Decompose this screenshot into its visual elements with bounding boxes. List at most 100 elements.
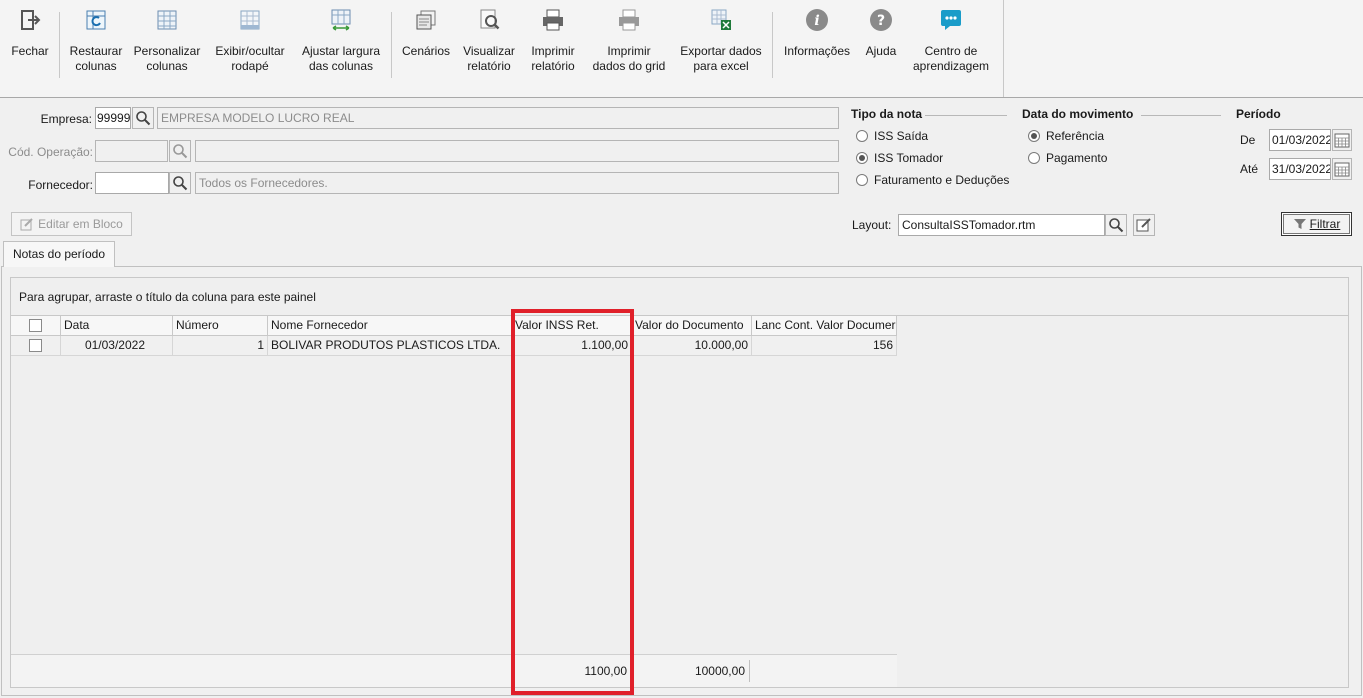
periodo-de-calendar-button[interactable] — [1332, 129, 1352, 151]
table-row-select[interactable] — [11, 336, 61, 356]
export-excel-button[interactable]: Exportar dados para excel — [678, 8, 764, 74]
group-by-panel[interactable]: Para agrupar, arraste o título da coluna… — [19, 290, 316, 304]
periodo-ate-label: Até — [1240, 162, 1259, 176]
cell-lanc-cont[interactable]: 156 — [752, 336, 897, 356]
fornecedor-field[interactable] — [95, 172, 169, 194]
cell-fornecedor[interactable]: BOLIVAR PRODUTOS PLASTICOS LTDA. — [268, 336, 512, 356]
cod-operacao-search-button[interactable] — [169, 140, 191, 162]
scenarios-button[interactable]: Cenários — [400, 8, 452, 59]
radio-dot — [1028, 152, 1040, 164]
print-report-button[interactable]: Imprimir relatório — [526, 8, 580, 74]
group-divider — [925, 115, 1007, 116]
restore-columns-button[interactable]: Restaurar colunas — [66, 8, 126, 74]
footer-icon — [238, 8, 262, 32]
radio-dot — [856, 174, 868, 186]
col-header-lanc-cont[interactable]: Lanc Cont. Valor Documer — [752, 316, 897, 336]
radio-iss-tomador[interactable]: ISS Tomador — [856, 150, 943, 166]
toolbar: Fechar Restaurar colunas Personalizar co… — [0, 0, 1363, 98]
select-all-header[interactable] — [11, 316, 61, 336]
help-icon: ? — [869, 8, 893, 32]
close-button[interactable]: Fechar — [8, 8, 52, 59]
toolbar-separator — [59, 12, 60, 78]
radio-faturamento-deducoes[interactable]: Faturamento e Deduções — [856, 172, 1009, 188]
periodo-ate-calendar-button[interactable] — [1332, 158, 1352, 180]
select-all-checkbox[interactable] — [29, 319, 42, 332]
periodo-title: Período — [1236, 107, 1281, 121]
layout-field[interactable]: ConsultaISSTomador.rtm — [898, 214, 1105, 236]
cell-valor-inss[interactable]: 1.100,00 — [512, 336, 632, 356]
toolbar-empty-panel — [1003, 0, 1363, 97]
tab-notas-periodo[interactable]: Notas do período — [3, 241, 115, 267]
adjust-width-icon — [329, 8, 353, 32]
col-header-nome-fornecedor[interactable]: Nome Fornecedor — [268, 316, 512, 336]
customize-columns-button[interactable]: Personalizar colunas — [133, 8, 201, 74]
radio-iss-saida[interactable]: ISS Saída — [856, 128, 928, 144]
adjust-column-width-button[interactable]: Ajustar largura das colunas — [300, 8, 382, 74]
row-checkbox[interactable] — [29, 339, 42, 352]
grid-footer — [11, 654, 897, 687]
col-header-valor-documento[interactable]: Valor do Documento — [632, 316, 752, 336]
scenarios-icon — [414, 8, 438, 32]
periodo-de-label: De — [1240, 133, 1256, 147]
empresa-code-field[interactable]: 99999 — [95, 107, 131, 129]
cell-valor-documento[interactable]: 10.000,00 — [632, 336, 752, 356]
radio-referencia[interactable]: Referência — [1028, 128, 1104, 144]
radio-dot-selected — [856, 152, 868, 164]
preview-report-button[interactable]: Visualizar relatório — [460, 8, 518, 74]
periodo-ate-field[interactable]: 31/03/2022 — [1269, 158, 1331, 180]
calendar-icon — [1333, 159, 1351, 179]
search-icon — [133, 108, 153, 128]
tipo-nota-title: Tipo da nota — [851, 107, 923, 121]
fornecedor-label: Fornecedor: — [28, 178, 93, 192]
filter-icon — [1293, 218, 1307, 230]
information-button[interactable]: i Informações — [780, 8, 854, 59]
learning-center-button[interactable]: Centro de aprendizagem — [908, 8, 994, 74]
cod-operacao-label: Cód. Operação: — [8, 145, 93, 159]
printer-icon — [541, 8, 565, 32]
cod-operacao-field[interactable] — [95, 140, 168, 162]
empresa-label: Empresa: — [40, 112, 92, 126]
restore-columns-icon — [84, 8, 108, 32]
empresa-name-field: EMPRESA MODELO LUCRO REAL — [157, 107, 839, 129]
svg-text:i: i — [814, 13, 819, 29]
footer-total-valor-documento: 10000,00 — [694, 664, 745, 678]
print-grid-icon — [617, 8, 641, 32]
svg-text:?: ? — [877, 13, 885, 29]
toggle-footer-button[interactable]: Exibir/ocultar rodapé — [212, 8, 288, 74]
preview-icon — [477, 8, 501, 32]
edit-in-block-button[interactable]: Editar em Bloco — [11, 212, 132, 236]
fornecedor-desc-field: Todos os Fornecedores. — [195, 172, 839, 194]
periodo-de-field[interactable]: 01/03/2022 — [1269, 129, 1331, 151]
help-button[interactable]: ? Ajuda — [861, 8, 901, 59]
layout-edit-button[interactable] — [1133, 214, 1155, 236]
layout-label: Layout: — [852, 218, 892, 232]
exit-icon — [18, 8, 42, 32]
radio-dot — [856, 130, 868, 142]
fornecedor-search-button[interactable] — [169, 172, 191, 194]
filter-button[interactable]: Filtrar — [1281, 212, 1352, 236]
search-icon — [170, 173, 190, 193]
print-grid-button[interactable]: Imprimir dados do grid — [588, 8, 670, 74]
edit-icon — [20, 217, 34, 231]
cod-operacao-desc-field — [195, 140, 839, 162]
cell-data[interactable]: 01/03/2022 — [61, 336, 173, 356]
empresa-search-button[interactable] — [132, 107, 154, 129]
learning-center-icon — [939, 8, 963, 32]
customize-columns-icon — [155, 8, 179, 32]
toolbar-separator — [772, 12, 773, 78]
cell-numero[interactable]: 1 — [173, 336, 268, 356]
layout-search-button[interactable] — [1105, 214, 1127, 236]
radio-dot-selected — [1028, 130, 1040, 142]
calendar-icon — [1333, 130, 1351, 150]
toolbar-separator — [391, 12, 392, 78]
col-header-valor-inss[interactable]: Valor INSS Ret. — [512, 316, 632, 336]
grid-body — [11, 315, 1348, 687]
edit-icon — [1134, 215, 1154, 235]
col-header-data[interactable]: Data — [61, 316, 173, 336]
footer-divider — [749, 660, 750, 682]
excel-icon — [709, 8, 733, 32]
info-icon: i — [805, 8, 829, 32]
footer-divider — [630, 660, 631, 682]
col-header-numero[interactable]: Número — [173, 316, 268, 336]
radio-pagamento[interactable]: Pagamento — [1028, 150, 1107, 166]
